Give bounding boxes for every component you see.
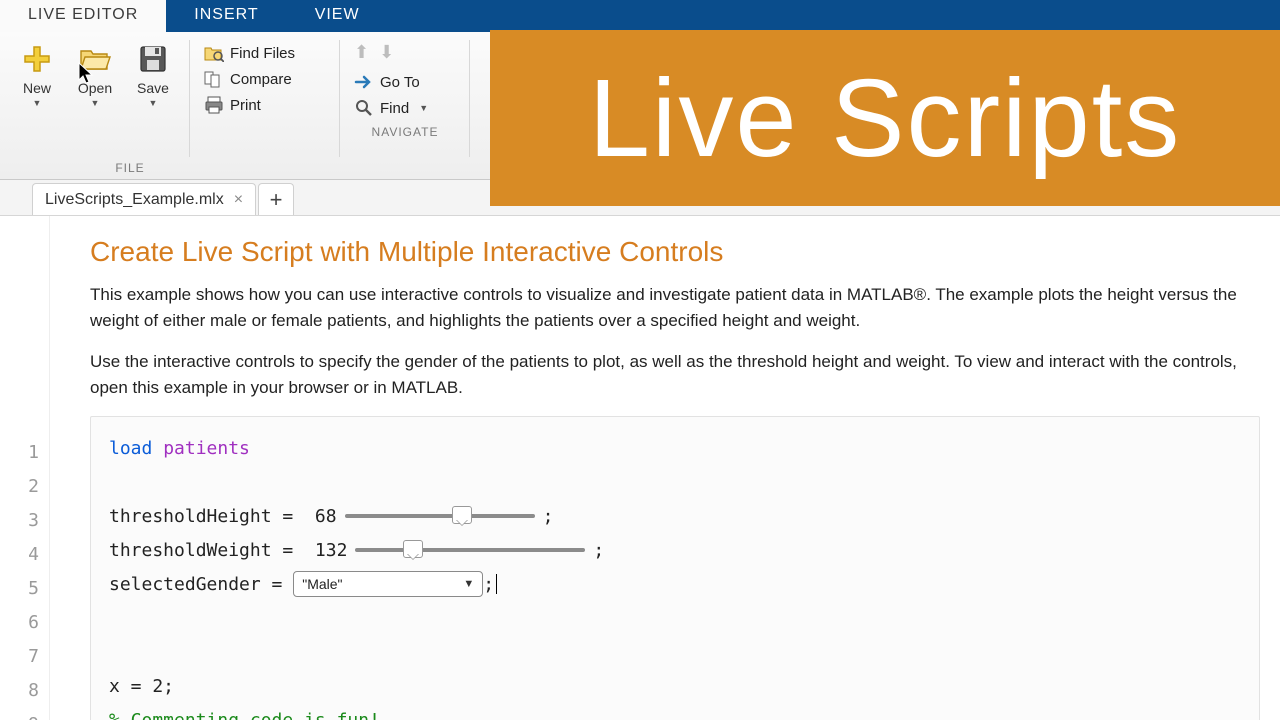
find-files-label: Find Files bbox=[230, 45, 295, 62]
print-label: Print bbox=[230, 97, 261, 114]
code-line-1: load patients bbox=[109, 431, 1241, 465]
code-line-3: thresholdHeight = 68 ; bbox=[109, 499, 1241, 533]
goto-button[interactable]: Go To bbox=[350, 71, 460, 93]
goto-label: Go To bbox=[380, 74, 420, 91]
threshold-weight-slider[interactable] bbox=[355, 548, 585, 552]
code-line-7 bbox=[109, 635, 1241, 669]
ribbon-tabstrip: LIVE EDITOR INSERT VIEW bbox=[0, 0, 1280, 32]
nav-down-icon[interactable]: ⬇ bbox=[379, 42, 394, 63]
print-icon bbox=[204, 96, 224, 114]
selected-gender-dropdown[interactable]: "Male"▼ bbox=[293, 571, 483, 597]
file-tab-active[interactable]: LiveScripts_Example.mlx × bbox=[32, 183, 256, 215]
magnifier-icon bbox=[354, 99, 374, 117]
editor-area: 1 2 3 4 5 6 7 8 9 Create Live Script wit… bbox=[0, 216, 1280, 720]
dropdown-caret-icon: ▼ bbox=[33, 98, 42, 108]
save-disk-icon bbox=[136, 42, 170, 76]
close-icon[interactable]: × bbox=[234, 191, 243, 209]
code-block[interactable]: load patients thresholdHeight = 68 ; thr… bbox=[90, 416, 1260, 720]
save-label: Save bbox=[137, 80, 169, 96]
open-button[interactable]: Open ▼ bbox=[66, 38, 124, 159]
open-label: Open bbox=[78, 80, 112, 96]
line-number-gutter: 1 2 3 4 5 6 7 8 9 bbox=[0, 216, 50, 720]
code-line-9: % Commenting code is fun! bbox=[109, 703, 1241, 720]
file-tab-name: LiveScripts_Example.mlx bbox=[45, 191, 224, 209]
code-line-4: thresholdWeight = 132 ; bbox=[109, 533, 1241, 567]
nav-up-icon[interactable]: ⬆ bbox=[354, 42, 369, 63]
document-content: Create Live Script with Multiple Interac… bbox=[50, 216, 1280, 720]
group-label-file: FILE bbox=[8, 159, 182, 177]
print-button[interactable]: Print bbox=[200, 94, 330, 116]
ribbon-group-file-main: New ▼ Open ▼ Save ▼ FILE bbox=[0, 32, 190, 179]
chevron-down-icon: ▼ bbox=[463, 578, 474, 590]
find-files-icon bbox=[204, 44, 224, 62]
new-file-tab-button[interactable]: + bbox=[258, 183, 294, 215]
text-cursor bbox=[496, 574, 497, 594]
dropdown-caret-icon: ▼ bbox=[419, 103, 428, 113]
new-button[interactable]: New ▼ bbox=[8, 38, 66, 159]
tab-insert[interactable]: INSERT bbox=[166, 0, 286, 32]
folder-open-icon bbox=[78, 42, 112, 76]
group-label-navigate: NAVIGATE bbox=[348, 123, 462, 141]
goto-arrow-icon bbox=[354, 73, 374, 91]
doc-paragraph-2: Use the interactive controls to specify … bbox=[90, 349, 1260, 400]
ribbon-group-navigate: ⬆ ⬇ Go To Find ▼ NAVIGATE bbox=[340, 32, 470, 179]
compare-icon bbox=[204, 70, 224, 88]
find-label: Find bbox=[380, 100, 409, 117]
ribbon-group-file-tools: Find Files Compare Print bbox=[190, 32, 340, 179]
compare-button[interactable]: Compare bbox=[200, 68, 330, 90]
plus-icon bbox=[20, 42, 54, 76]
compare-label: Compare bbox=[230, 71, 292, 88]
save-button[interactable]: Save ▼ bbox=[124, 38, 182, 159]
doc-heading: Create Live Script with Multiple Interac… bbox=[90, 236, 1260, 268]
code-line-2 bbox=[109, 465, 1241, 499]
code-line-5: selectedGender = "Male"▼; bbox=[109, 567, 1241, 601]
code-line-8: x = 2; bbox=[109, 669, 1241, 703]
dropdown-caret-icon: ▼ bbox=[149, 98, 158, 108]
threshold-height-slider[interactable] bbox=[345, 514, 535, 518]
tab-live-editor[interactable]: LIVE EDITOR bbox=[0, 0, 166, 32]
tab-view[interactable]: VIEW bbox=[287, 0, 388, 32]
find-button[interactable]: Find ▼ bbox=[350, 97, 460, 119]
dropdown-caret-icon: ▼ bbox=[91, 98, 100, 108]
doc-paragraph-1: This example shows how you can use inter… bbox=[90, 282, 1260, 333]
find-files-button[interactable]: Find Files bbox=[200, 42, 330, 64]
code-line-6 bbox=[109, 601, 1241, 635]
overlay-banner: Live Scripts bbox=[490, 30, 1280, 206]
new-label: New bbox=[23, 80, 51, 96]
